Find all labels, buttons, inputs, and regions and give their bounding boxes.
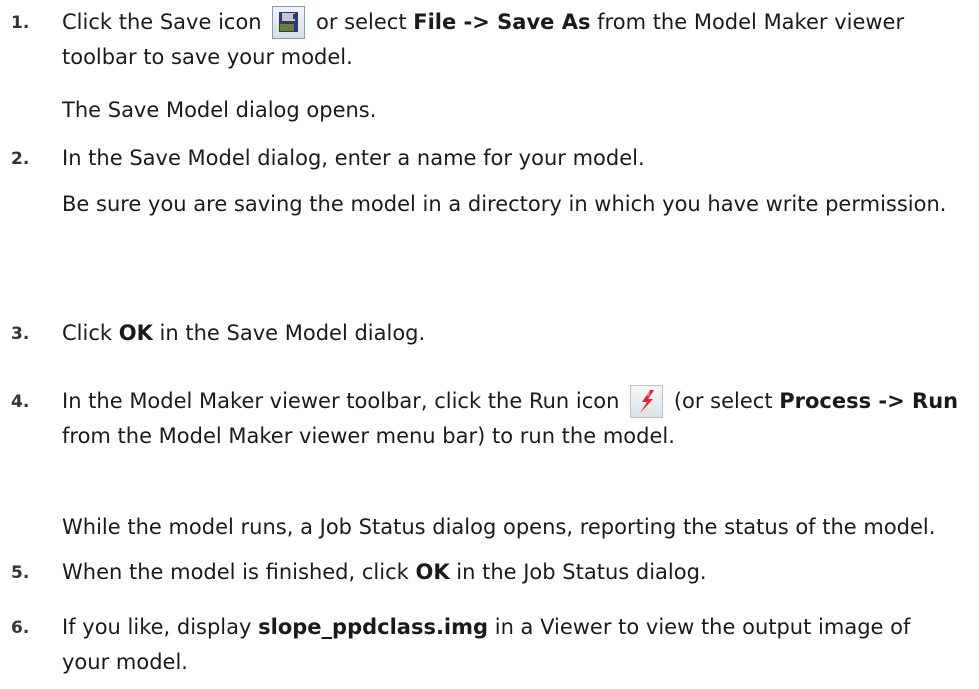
step-4-result: While the model runs, a Job Status dialo… xyxy=(62,515,936,539)
step-1-instruction: Click the Save icon or select File -> Sa… xyxy=(62,5,967,75)
step-2-instruction: In the Save Model dialog, enter a name f… xyxy=(62,146,645,170)
step-number: 4. xyxy=(11,392,30,412)
step-number: 1. xyxy=(11,13,30,33)
step-4-instruction: In the Model Maker viewer toolbar, click… xyxy=(62,384,967,454)
step-number: 5. xyxy=(11,563,30,583)
step-5-instruction: When the model is finished, click OK in … xyxy=(62,560,707,584)
run-icon xyxy=(630,385,664,418)
step-1-result: The Save Model dialog opens. xyxy=(62,98,377,122)
step-number: 6. xyxy=(11,618,30,638)
save-icon xyxy=(272,6,306,39)
step-6-instruction: If you like, display slope_ppdclass.img … xyxy=(62,615,911,674)
step-number: 3. xyxy=(11,324,30,344)
step-2-note: Be sure you are saving the model in a di… xyxy=(62,192,947,216)
step-number: 2. xyxy=(11,149,30,169)
step-3-instruction: Click OK in the Save Model dialog. xyxy=(62,321,426,345)
